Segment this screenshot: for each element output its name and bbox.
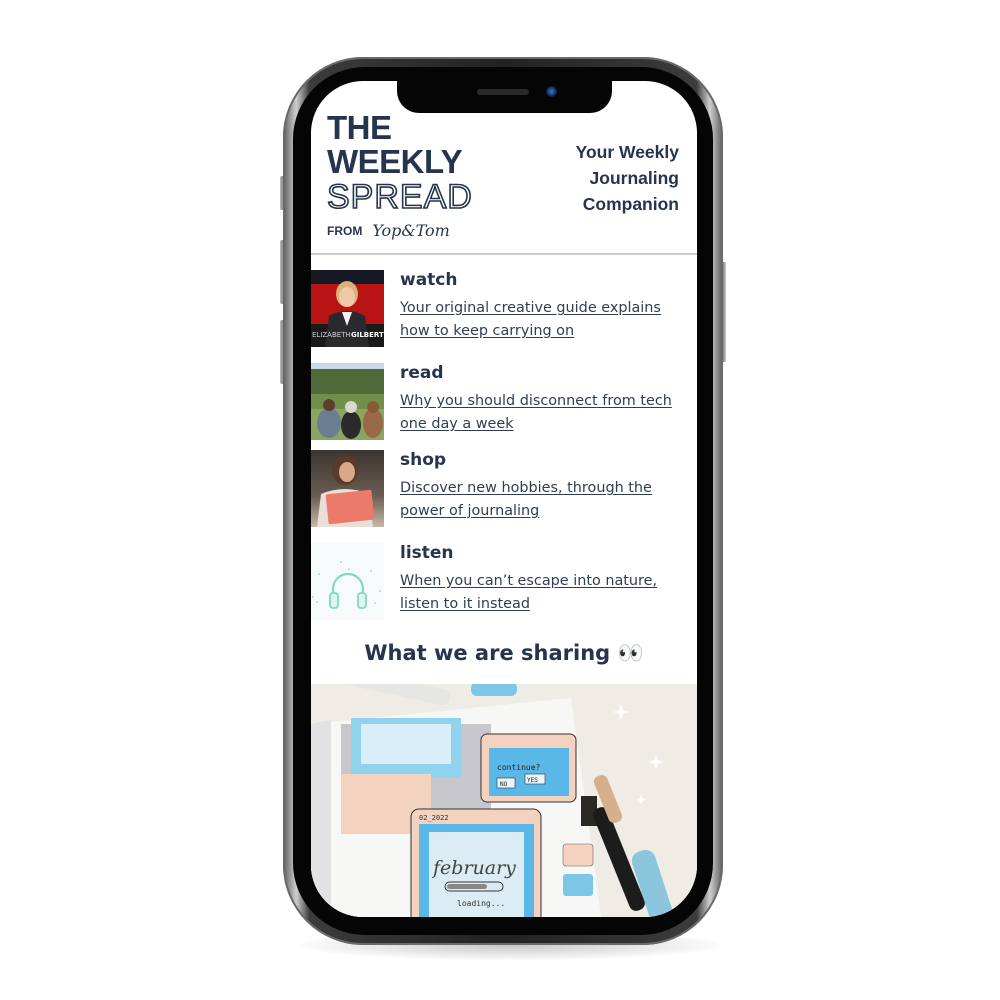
newsletter-tagline: Your Weekly Journaling Companion [576,139,679,217]
feature-link[interactable]: When you can’t escape into nature, liste… [400,570,690,616]
feature-listen: listen When you can’t escape into nature… [311,543,697,621]
feature-title: shop [400,450,447,470]
tagline-line: Companion [582,194,679,214]
feature-read: read Why you should disconnect from tech… [311,363,697,441]
thumb-caption-light: ELIZABETH [312,331,351,339]
hero-text-yes: YES [527,777,538,784]
logo-from: FROM Yop&Tom [327,221,473,240]
brand-signature: Yop&Tom [372,221,450,240]
logo-spread: SPREAD [326,178,473,216]
watch-thumbnail[interactable]: ELIZABETH GILBERT [311,270,384,347]
feature-shop: shop Discover new hobbies, through the p… [311,450,697,528]
hero-text-february: february [431,857,516,879]
hero-text-no: NO [500,781,508,788]
section-title: What we are sharing 👀 [311,641,697,666]
newsletter-logo: THE WEEKLY SPREAD FROM Yop&Tom [326,109,473,241]
eyes-emoji-icon: 👀 [617,641,644,665]
phone-notch [397,79,612,113]
feature-link[interactable]: Your original creative guide explains ho… [400,297,690,343]
read-thumbnail[interactable] [311,363,384,440]
listen-thumbnail[interactable] [311,543,384,620]
hero-text-loading: loading... [457,899,505,908]
feature-title: watch [400,270,458,290]
earpiece-speaker [477,89,529,95]
feature-title: listen [400,543,454,563]
hero-text-date: 02_2022 [419,814,449,822]
phone-screen: THE WEEKLY SPREAD FROM Yop&Tom Your Week… [311,81,697,917]
feature-link[interactable]: Why you should disconnect from tech one … [400,390,690,436]
tagline-line: Your Weekly [575,142,679,162]
section-title-text: What we are sharing [364,641,611,665]
from-label: FROM [327,223,363,238]
shop-thumbnail[interactable] [311,450,384,527]
front-camera [546,86,557,97]
hero-image[interactable]: continue? NO YES 02_2022 february loadin… [311,684,697,917]
logo-the: THE [327,109,392,146]
headphones-icon [312,561,381,609]
feature-link[interactable]: Discover new hobbies, through the power … [400,477,690,523]
logo-weekly: WEEKLY [327,143,463,180]
tagline-line: Journaling [589,168,679,188]
feature-watch: ELIZABETH GILBERT watch Your original cr… [311,270,697,348]
feature-title: read [400,363,444,383]
hero-text-continue: continue? [497,763,541,772]
thumb-caption-bold: GILBERT [351,331,384,339]
